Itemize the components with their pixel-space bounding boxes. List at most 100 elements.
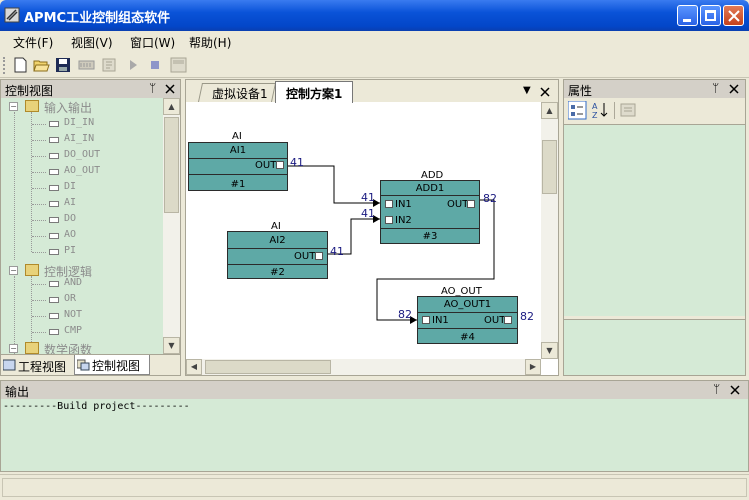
output-port[interactable]: [315, 252, 323, 260]
block-divider: [228, 248, 327, 249]
menu-file[interactable]: 文件(F): [13, 34, 53, 51]
menu-help[interactable]: 帮助(H): [189, 34, 231, 51]
tree-item-ai-in[interactable]: AI_IN: [64, 133, 94, 144]
wire-value-label: 41: [361, 207, 375, 220]
pin-icon[interactable]: ᛘ: [149, 81, 156, 95]
output-port[interactable]: [504, 316, 512, 324]
pin-icon[interactable]: ᛘ: [712, 81, 719, 95]
scroll-thumb[interactable]: [542, 140, 557, 194]
block-divider: [418, 328, 517, 329]
toolbar-grip[interactable]: [3, 57, 7, 74]
tree-group-math[interactable]: 数学函数: [44, 341, 92, 354]
block-icon: [49, 137, 59, 143]
menu-view[interactable]: 视图(V): [71, 34, 113, 51]
scroll-up-button[interactable]: ▲: [541, 102, 558, 119]
output-port[interactable]: [276, 161, 284, 169]
pin-icon[interactable]: ᛘ: [713, 382, 720, 396]
save-icon[interactable]: [55, 57, 72, 73]
tab-control-view[interactable]: 控制视图: [74, 355, 150, 375]
scroll-right-button[interactable]: ▶: [525, 359, 541, 375]
tree-branch: [32, 300, 46, 301]
property-pages-icon[interactable]: [620, 102, 637, 119]
tree-item-pi[interactable]: PI: [64, 245, 76, 256]
stop-icon[interactable]: [147, 57, 164, 73]
tab-project-view[interactable]: 工程视图: [1, 357, 72, 374]
tree-item-do[interactable]: DO: [64, 213, 76, 224]
tree-scrollbar[interactable]: ▲ ▼: [163, 98, 180, 354]
close-panel-icon[interactable]: [730, 385, 740, 395]
tree-item-di[interactable]: DI: [64, 181, 76, 192]
tree-item-ao-out[interactable]: AO_OUT: [64, 165, 100, 176]
open-folder-icon[interactable]: [33, 57, 50, 73]
document-area: 虚拟设备1 控制方案1 ▼ AI AI1 OUT #1 41 AI AI2 OU…: [185, 79, 559, 376]
categorized-icon[interactable]: [568, 101, 587, 120]
scroll-left-button[interactable]: ◀: [186, 359, 202, 375]
block-icon: [49, 233, 59, 239]
tree-item-and[interactable]: AND: [64, 277, 82, 288]
tree-item-not[interactable]: NOT: [64, 309, 82, 320]
compile-icon[interactable]: [101, 57, 118, 73]
tree-group-io[interactable]: 输入输出: [44, 99, 92, 116]
scroll-up-button[interactable]: ▲: [163, 98, 180, 115]
run-icon[interactable]: [125, 57, 142, 73]
property-description: [564, 319, 745, 375]
maximize-button[interactable]: [700, 5, 721, 26]
close-document-icon[interactable]: [540, 87, 550, 97]
properties-grid: [564, 124, 745, 316]
block-divider: [418, 312, 517, 313]
sort-alphabetical-icon[interactable]: AZ: [591, 101, 609, 119]
download-icon[interactable]: [170, 57, 187, 73]
tree-item-di-in[interactable]: DI_IN: [64, 117, 94, 128]
canvas-horizontal-scrollbar[interactable]: ◀ ▶: [186, 359, 541, 375]
canvas-vertical-scrollbar[interactable]: ▲ ▼: [541, 102, 558, 359]
tab-virtual-device-label[interactable]: 虚拟设备1: [212, 85, 268, 102]
close-panel-icon[interactable]: [729, 84, 739, 94]
tree-item-cmp[interactable]: CMP: [64, 325, 82, 336]
scroll-thumb[interactable]: [205, 360, 331, 374]
tree-branch: [32, 236, 46, 237]
control-view-title: 控制视图: [5, 84, 54, 98]
folder-icon: [25, 342, 39, 354]
block-icon: [49, 169, 59, 175]
function-block-ai2[interactable]: AI2 OUT #2: [227, 231, 328, 279]
output-port[interactable]: [467, 200, 475, 208]
tab-control-scheme-label[interactable]: 控制方案1: [286, 85, 342, 102]
properties-panel: 属性 ᛘ AZ: [563, 79, 746, 376]
function-block-ao-out1[interactable]: AO_OUT1 IN1 OUT #4: [417, 296, 518, 344]
control-view-icon: [77, 359, 90, 371]
build-icon[interactable]: [78, 57, 95, 73]
block-divider: [381, 195, 479, 196]
tree-item-ao[interactable]: AO: [64, 229, 76, 240]
scroll-down-button[interactable]: ▼: [541, 342, 558, 359]
tree-item-ai[interactable]: AI: [64, 197, 76, 208]
block-icon: [49, 153, 59, 159]
port-out-label: OUT: [447, 199, 469, 210]
collapse-toggle-io[interactable]: −: [9, 102, 18, 111]
output-log[interactable]: ---------Build project---------: [1, 399, 748, 471]
input-port[interactable]: [422, 316, 430, 324]
tree-item-do-out[interactable]: DO_OUT: [64, 149, 100, 160]
close-panel-icon[interactable]: [165, 84, 175, 94]
tab-control-view-label: 控制视图: [92, 359, 141, 373]
menu-window[interactable]: 窗口(W): [130, 34, 175, 51]
new-file-icon[interactable]: [12, 57, 29, 73]
block-name: AI1: [229, 145, 247, 156]
close-button[interactable]: [723, 5, 744, 26]
tree-branch: [32, 204, 46, 205]
diagram-canvas[interactable]: AI AI1 OUT #1 41 AI AI2 OUT #2 41 ADD AD…: [186, 102, 541, 359]
scroll-down-button[interactable]: ▼: [163, 337, 180, 354]
collapse-toggle-math[interactable]: −: [9, 344, 18, 353]
svg-text:Z: Z: [592, 111, 598, 119]
tree-line: [14, 276, 15, 354]
collapse-toggle-logic[interactable]: −: [9, 266, 18, 275]
input-port[interactable]: [385, 200, 393, 208]
minimize-button[interactable]: [677, 5, 698, 26]
function-block-add1[interactable]: ADD1 IN1 OUT IN2 #3: [380, 180, 480, 244]
function-block-ai1[interactable]: AI1 OUT #1: [188, 142, 288, 191]
tree-item-or[interactable]: OR: [64, 293, 76, 304]
input-port[interactable]: [385, 216, 393, 224]
output-title: 输出: [5, 385, 30, 399]
tab-list-icon[interactable]: ▼: [523, 85, 531, 96]
scroll-thumb[interactable]: [164, 117, 179, 213]
tree-branch: [32, 332, 46, 333]
